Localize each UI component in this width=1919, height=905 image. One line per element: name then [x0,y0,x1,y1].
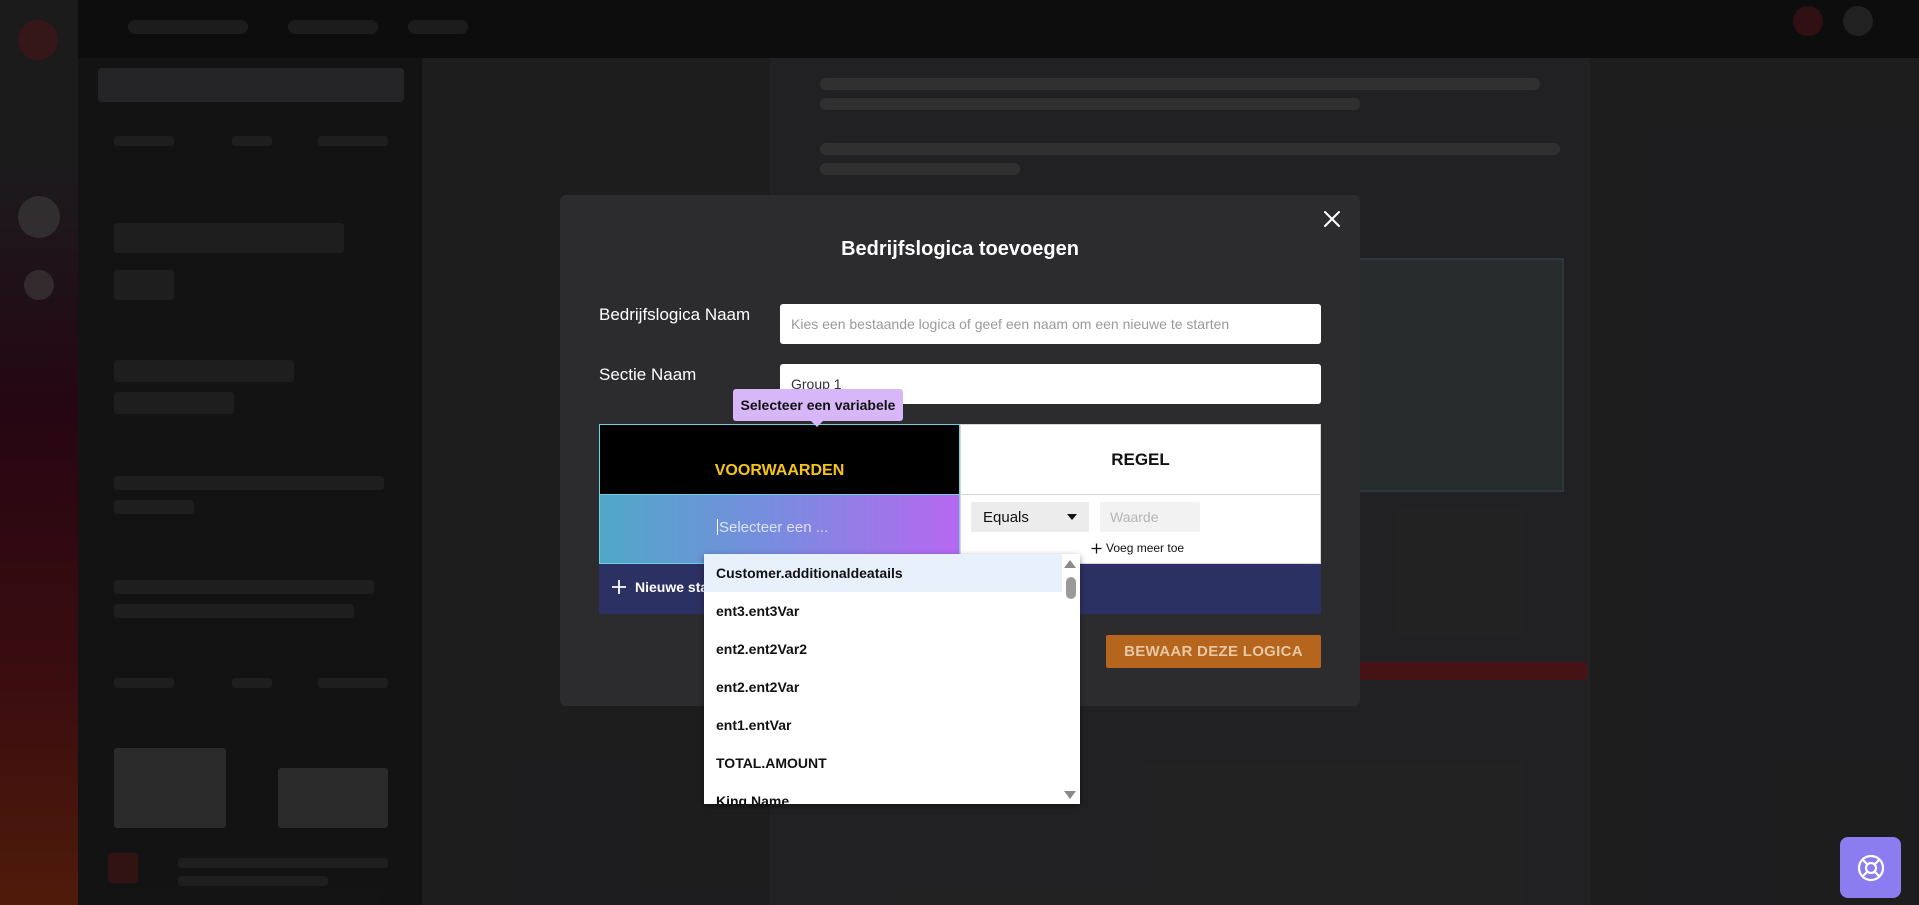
close-button[interactable] [1318,205,1346,233]
list-item[interactable]: TOTAL.AMOUNT [704,744,1062,782]
value-input[interactable] [1100,502,1200,532]
scroll-down-icon[interactable] [1064,791,1076,799]
new-statement-button[interactable]: Nieuwe sta [611,579,708,595]
variable-list: Customer.additionaldeatails ent3.ent3Var… [704,554,1062,804]
add-more-button[interactable]: Voeg meer toe [1091,541,1184,555]
plus-icon [612,580,626,594]
add-more-label: Voeg meer toe [1106,541,1185,555]
modal-title: Bedrijfslogica toevoegen [841,238,1079,260]
list-item[interactable]: ent2.ent2Var [704,668,1062,706]
variable-select-placeholder: Selecteer een ... [719,519,829,536]
list-item[interactable]: Customer.additionaldeatails [704,554,1062,592]
new-statement-label: Nieuwe sta [635,579,709,595]
name-label: Bedrijfslogica Naam [599,305,751,324]
tab-rule[interactable]: REGEL [960,424,1321,494]
operator-select[interactable]: Equals [971,502,1089,532]
list-item[interactable]: ent1.entVar [704,706,1062,744]
variable-select[interactable]: Selecteer een ... [717,519,828,536]
operator-value: Equals [983,508,1029,526]
variable-dropdown[interactable]: Customer.additionaldeatails ent3.ent3Var… [704,554,1080,804]
tab-conditions[interactable]: VOORWAARDEN [599,424,960,494]
plus-icon [1091,543,1102,553]
section-label: Sectie Naam [599,365,697,384]
list-item[interactable]: King.Name [704,782,1062,804]
help-button[interactable] [1840,837,1901,898]
close-icon [1324,211,1340,227]
list-item[interactable]: ent3.ent3Var [704,592,1062,630]
scroll-up-icon[interactable] [1064,560,1076,568]
save-logic-button[interactable]: BEWAAR DEZE LOGICA [1106,635,1321,668]
caret-down-icon [1067,514,1077,520]
lifebuoy-icon [1857,854,1884,881]
variable-tooltip: Selecteer een variabele [733,389,903,427]
scroll-thumb[interactable] [1066,577,1076,599]
dropdown-scrollbar[interactable] [1062,554,1080,804]
list-item[interactable]: ent2.ent2Var2 [704,630,1062,668]
logic-name-input[interactable] [780,304,1321,344]
